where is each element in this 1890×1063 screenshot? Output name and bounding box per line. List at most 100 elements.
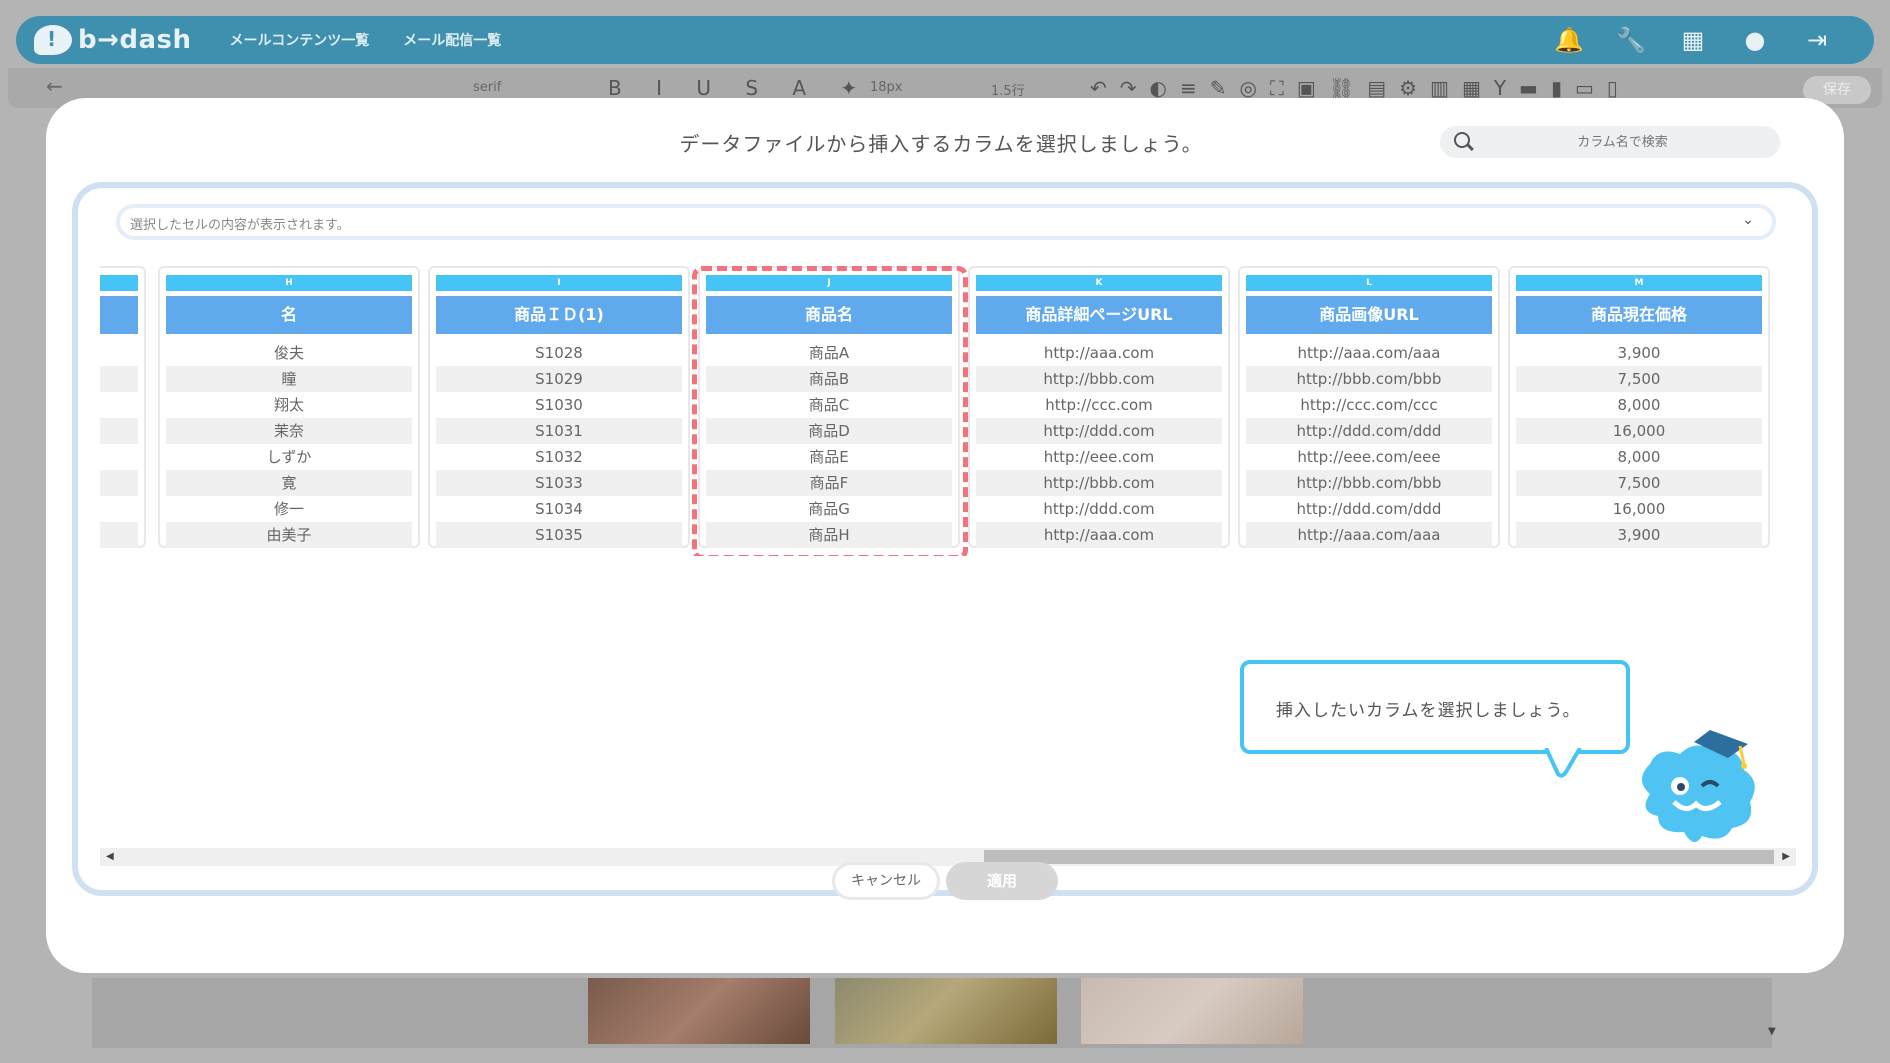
table-row: http://ddd.com/ddd <box>1246 418 1492 444</box>
mascot-character-icon <box>1642 730 1755 843</box>
table-row: 商品A <box>808 344 850 362</box>
table-row: 由美子 <box>166 522 412 548</box>
column-select-modal: データファイルから挿入するカラムを選択しましょう。 選択したセルの内容が表示され… <box>46 98 1844 973</box>
cell-preview-placeholder: 選択したセルの内容が表示されます。 <box>130 218 350 233</box>
table-row <box>100 418 138 444</box>
table-row <box>100 444 138 470</box>
table-row: 商品H <box>706 522 952 548</box>
table-row <box>100 470 138 496</box>
column-card-k[interactable]: K 商品詳細ページURL http://aaa.com http://bbb.c… <box>968 266 1230 548</box>
table-row: http://aaa.com <box>976 522 1222 548</box>
table-row: 俊夫 <box>273 344 304 362</box>
column-search-input[interactable] <box>1480 130 1765 154</box>
table-row: 16,000 <box>1612 500 1666 518</box>
column-card-i[interactable]: I 商品ＩＤ(1) S1028 S1029 S1030 S1031 S1032 … <box>428 266 690 548</box>
cell-content-preview[interactable]: 選択したセルの内容が表示されます。 ⌄ <box>116 204 1776 240</box>
column-letter: H <box>166 275 412 291</box>
chevron-down-icon[interactable]: ⌄ <box>1742 212 1754 228</box>
table-row: 商品C <box>808 396 850 414</box>
nav-mail-contents[interactable]: メールコンテンツ一覧 <box>230 30 370 50</box>
column-card-h[interactable]: H 名 俊夫 瞳 翔太 茉奈 しずか 寛 修一 由美子 <box>158 266 420 548</box>
horizontal-scrollbar[interactable]: ◀ ▶ <box>100 848 1796 866</box>
cancel-button[interactable]: キャンセル <box>832 862 940 900</box>
tooltip-tail-icon <box>1544 748 1582 778</box>
column-letter: J <box>706 275 952 291</box>
bell-icon[interactable]: 🔔 <box>1552 24 1586 56</box>
wrench-icon[interactable]: 🔧 <box>1614 24 1648 56</box>
table-row: http://ccc.com/ccc <box>1300 396 1438 414</box>
font-size-select[interactable]: 18px <box>870 80 903 95</box>
logout-icon[interactable]: ⇥ <box>1800 24 1834 56</box>
column-name <box>100 296 138 334</box>
table-row: http://aaa.com/aaa <box>1246 522 1492 548</box>
column-letter: K <box>976 275 1222 291</box>
table-row: http://bbb.com/bbb <box>1246 366 1492 392</box>
table-row: 茉奈 <box>166 418 412 444</box>
help-bubble-icon[interactable]: ● <box>1738 24 1772 56</box>
table-row: 瞳 <box>166 366 412 392</box>
table-row: 8,000 <box>1617 396 1661 414</box>
guide-tooltip: 挿入したいカラムを選択しましょう。 <box>1240 660 1630 754</box>
logo-text: b→dash <box>78 25 192 55</box>
column-card-partial[interactable] <box>100 266 146 548</box>
font-family-select[interactable]: serif <box>473 80 501 95</box>
table-row: S1028 <box>535 344 583 362</box>
back-arrow-icon[interactable]: ← <box>46 74 63 98</box>
search-icon <box>1454 132 1470 148</box>
scroll-down-arrow-icon[interactable]: ▼ <box>1768 1026 1776 1037</box>
scroll-right-arrow-icon[interactable]: ▶ <box>1782 851 1790 862</box>
table-row: 8,000 <box>1617 448 1661 466</box>
table-row: S1034 <box>535 500 583 518</box>
apply-button[interactable]: 適用 <box>946 862 1058 900</box>
table-row: S1030 <box>535 396 583 414</box>
grid-menu-icon[interactable]: ▦ <box>1676 24 1710 56</box>
table-row: http://aaa.com/aaa <box>1297 344 1441 362</box>
table-row: http://eee.com/eee <box>1297 448 1441 466</box>
table-row <box>100 496 138 522</box>
table-row: S1035 <box>436 522 682 548</box>
column-card-m[interactable]: M 商品現在価格 3,900 7,500 8,000 16,000 8,000 … <box>1508 266 1770 548</box>
canvas-image-2 <box>835 978 1057 1044</box>
table-row: 16,000 <box>1516 418 1762 444</box>
format-icons[interactable]: B I U S A ✦ <box>608 76 871 100</box>
table-row: http://aaa.com <box>1043 344 1155 362</box>
column-name: 商品詳細ページURL <box>976 296 1222 334</box>
column-card-j[interactable]: J 商品名 商品A 商品B 商品C 商品D 商品E 商品F 商品G 商品H <box>698 266 960 548</box>
table-row: http://ddd.com/ddd <box>1296 500 1442 518</box>
table-row: http://ddd.com <box>1043 500 1155 518</box>
table-row: S1029 <box>436 366 682 392</box>
column-letter <box>100 275 138 291</box>
table-row: しずか <box>266 448 312 466</box>
table-row: 3,900 <box>1516 522 1762 548</box>
table-row: http://bbb.com <box>976 366 1222 392</box>
column-name: 名 <box>166 296 412 334</box>
table-row: 商品E <box>809 448 849 466</box>
canvas-image-1 <box>588 978 810 1044</box>
column-letter: I <box>436 275 682 291</box>
table-row: http://bbb.com/bbb <box>1246 470 1492 496</box>
table-row <box>100 392 138 418</box>
table-row: S1032 <box>535 448 583 466</box>
nav-mail-delivery[interactable]: メール配信一覧 <box>403 30 501 50</box>
column-card-l[interactable]: L 商品画像URL http://aaa.com/aaa http://bbb.… <box>1238 266 1500 548</box>
table-row: http://ddd.com <box>976 418 1222 444</box>
scroll-left-arrow-icon[interactable]: ◀ <box>106 851 114 862</box>
column-letter: L <box>1246 275 1492 291</box>
table-row: 商品G <box>808 500 850 518</box>
table-row: http://bbb.com <box>976 470 1222 496</box>
top-navigation-bar: b→dash メールコンテンツ一覧 メール配信一覧 🔔 🔧 ▦ ● ⇥ <box>16 16 1874 64</box>
line-height-select[interactable]: 1.5行 <box>991 80 1025 99</box>
column-name: 商品画像URL <box>1246 296 1492 334</box>
editor-action-icons[interactable]: ↶↷◐≡✎◎⛶▣⛓▤⚙▥▦Y▬▮▭▯ <box>1090 76 1631 100</box>
column-search-box[interactable] <box>1440 126 1780 158</box>
table-row: S1033 <box>436 470 682 496</box>
columns-viewport: H 名 俊夫 瞳 翔太 茉奈 しずか 寛 修一 由美子 I 商品ＩＤ(1) S1… <box>100 266 1796 556</box>
table-row: 翔太 <box>273 396 304 414</box>
table-row: S1031 <box>436 418 682 444</box>
bdash-logo[interactable]: b→dash <box>34 25 192 55</box>
table-row <box>100 366 138 392</box>
tooltip-text: 挿入したいカラムを選択しましょう。 <box>1276 701 1581 721</box>
table-row <box>100 340 138 366</box>
table-row: 商品D <box>706 418 952 444</box>
data-file-frame: 選択したセルの内容が表示されます。 ⌄ H 名 俊夫 瞳 翔太 茉奈 しずか 寛… <box>72 182 1818 896</box>
